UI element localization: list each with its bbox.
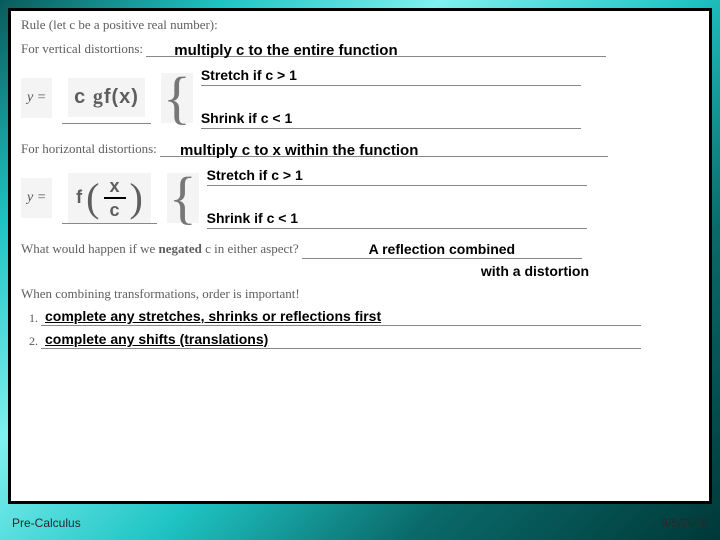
neg-answer-2: with a distortion <box>481 263 589 279</box>
footer-left: Pre-Calculus <box>12 516 81 530</box>
vertical-formula-blank: c gf(x) <box>62 72 151 124</box>
horiz-stretch: Stretch if c > 1 <box>207 167 303 183</box>
neg-bold: negated <box>159 241 202 256</box>
rule-heading: Rule (let c be a positive real number): <box>21 17 699 33</box>
slide-footer: Pre-Calculus 9/5/2006 <box>0 512 720 540</box>
vert-fx: f(x) <box>104 86 139 108</box>
lparen-icon: ( <box>86 186 99 210</box>
horiz-f: f <box>76 187 82 208</box>
neg-answer-blank: A reflection combined <box>302 241 582 259</box>
brace-icon: { <box>167 173 199 222</box>
fraction-bar-icon <box>104 197 126 199</box>
neg-answer-1: A reflection combined <box>369 241 516 257</box>
neg-pre: What would happen if we <box>21 241 159 256</box>
step-2: complete any shifts (translations) <box>41 331 699 349</box>
step-2-text: complete any shifts (translations) <box>45 331 268 347</box>
vertical-label: For vertical distortions: <box>21 41 146 56</box>
vertical-cases: Stretch if c > 1 Shrink if c < 1 <box>199 63 581 133</box>
brace-icon: { <box>161 73 193 122</box>
horizontal-answer: multiply c to x within the function <box>160 142 418 159</box>
combine-note: When combining transformations, order is… <box>21 286 699 302</box>
step-1-text: complete any stretches, shrinks or refle… <box>45 308 381 324</box>
steps-list: complete any stretches, shrinks or refle… <box>21 308 699 349</box>
vertical-formula: c gf(x) <box>68 78 145 117</box>
neg-post: c in either aspect? <box>202 241 302 256</box>
y-equals-vert: y = <box>21 78 52 118</box>
horiz-x: x <box>109 177 119 195</box>
step-1: complete any stretches, shrinks or refle… <box>41 308 699 326</box>
horizontal-formula-blank: f ( x c ) <box>62 172 157 224</box>
rparen-icon: ) <box>130 186 143 210</box>
neg-answer-line2-wrap: with a distortion <box>21 263 699 280</box>
negated-question-line: What would happen if we negated c in eit… <box>21 241 699 259</box>
vert-c: c <box>74 86 86 108</box>
vert-shrink: Shrink if c < 1 <box>201 110 292 126</box>
vert-stretch: Stretch if c > 1 <box>201 67 297 83</box>
vertical-equation-row: y = c gf(x) { Stretch if c > 1 Shrink if… <box>21 63 699 133</box>
vertical-distortion-line: For vertical distortions: multiply c to … <box>21 41 699 57</box>
horizontal-distortion-line: For horizontal distortions: multiply c t… <box>21 141 699 157</box>
horizontal-label: For horizontal distortions: <box>21 141 160 156</box>
horizontal-equation-row: y = f ( x c ) { Stretch if c > 1 Shrink … <box>21 163 699 233</box>
footer-right: 9/5/2006 <box>661 516 708 530</box>
horiz-shrink: Shrink if c < 1 <box>207 210 298 226</box>
slide-content: Rule (let c be a positive real number): … <box>11 11 709 501</box>
horiz-c: c <box>109 201 119 219</box>
y-equals-horiz: y = <box>21 178 52 218</box>
fraction: x c <box>104 177 126 219</box>
horizontal-formula: f ( x c ) <box>68 173 151 223</box>
vertical-answer: multiply c to the entire function <box>146 42 397 59</box>
horizontal-cases: Stretch if c > 1 Shrink if c < 1 <box>205 163 587 233</box>
slide-frame: Rule (let c be a positive real number): … <box>8 8 712 504</box>
vert-g: g <box>93 86 104 108</box>
